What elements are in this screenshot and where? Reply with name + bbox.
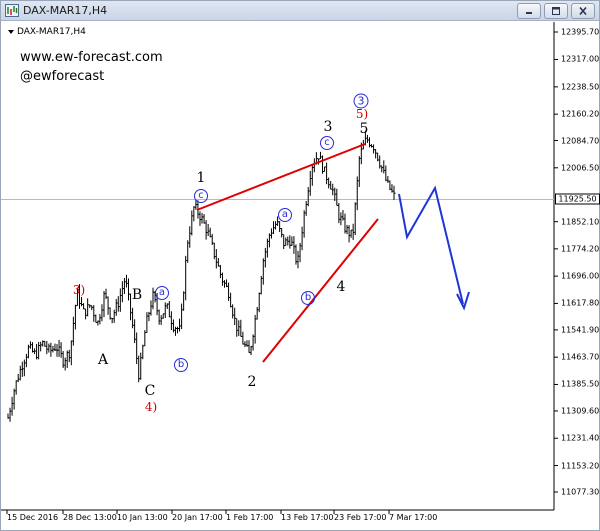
price-axis-ticks [554,31,558,493]
price-tick-label: 11077.30 [561,487,600,497]
time-tick-label: 7 Mar 17:00 [389,513,438,522]
maximize-icon [552,7,560,15]
price-tick-label: 11852.10 [561,217,600,227]
time-tick-label: 23 Feb 17:00 [334,513,387,522]
price-tick-label: 11541.90 [561,325,600,335]
watermark-handle: @ewforecast [20,69,105,84]
wave-label-red-4: 4) [144,400,158,414]
watermark-url: www.ew-forecast.com [20,50,163,65]
circled-label-b-1: b [174,358,188,372]
symbol-dropdown-icon[interactable] [8,30,14,34]
current-price-marker: 11925.50 [555,193,600,205]
wedge-upper-line [196,143,366,211]
price-tick-label: 11231.40 [561,433,600,443]
window-titlebar[interactable]: DAX-MAR17,H4 [1,1,599,21]
time-tick-label: 28 Dec 13:00 [63,513,117,522]
wave-label-1: 1 [196,170,206,186]
price-tick-label: 11463.70 [561,352,600,362]
wave-label-4: 4 [336,279,346,295]
circled-label-b-2: b [301,291,315,305]
maximize-button[interactable] [544,3,568,19]
circled-label-a-2: a [278,208,292,222]
circled-label-a-1: a [155,286,169,300]
price-tick-label: 12317.00 [561,54,600,64]
wave-label-C: C [144,383,156,399]
price-chart[interactable] [1,22,599,531]
wave-label-B: B [131,287,143,303]
price-tick-label: 12084.70 [561,136,600,145]
projection-path [398,185,464,305]
price-tick-label: 11385.50 [561,379,600,389]
circled-label-c-2: c [320,136,334,150]
wave-label-2: 2 [247,374,257,390]
price-tick-label: 11309.60 [561,406,600,416]
price-tick-label: 12006.50 [561,163,600,173]
time-tick-label: 13 Feb 17:00 [281,513,334,522]
wedge-lower-line [262,218,379,363]
minimize-icon [526,12,532,14]
wave-label-red-5: 5) [355,107,369,121]
time-tick-label: 15 Dec 2016 [7,513,59,522]
symbol-label: DAX-MAR17,H4 [17,27,86,37]
wave-label-red-3: 3) [72,283,86,297]
price-tick-label: 11617.80 [561,298,600,308]
chart-window-icon [5,4,19,17]
wave-label-A: A [97,352,109,368]
circled-label-3: 3 [353,93,369,109]
window-title: DAX-MAR17,H4 [23,4,108,17]
time-tick-label: 10 Jan 13:00 [117,513,168,522]
price-tick-label: 12238.50 [561,82,600,92]
time-tick-label: 1 Feb 17:00 [226,513,274,522]
chart-area[interactable]: DAX-MAR17,H4 www.ew-forecast.com @ewfore… [1,22,600,531]
close-icon [579,7,587,15]
wave-label-5: 5 [359,121,369,137]
time-tick-label: 20 Jan 17:00 [172,513,223,522]
window-controls [517,3,595,19]
close-button[interactable] [571,3,595,19]
price-tick-label: 11153.20 [561,461,600,471]
price-tick-label: 12160.20 [561,109,600,119]
price-tick-label: 12395.70 [561,27,600,37]
circled-label-c-1: c [194,189,208,203]
price-tick-label: 11774.20 [561,244,600,254]
wave-label-3: 3 [323,119,333,135]
price-tick-label: 11696.00 [561,271,600,281]
minimize-button[interactable] [517,3,541,19]
chart-window: DAX-MAR17,H4 DAX-MAR17,H4 www.ew-forecas… [0,0,600,531]
